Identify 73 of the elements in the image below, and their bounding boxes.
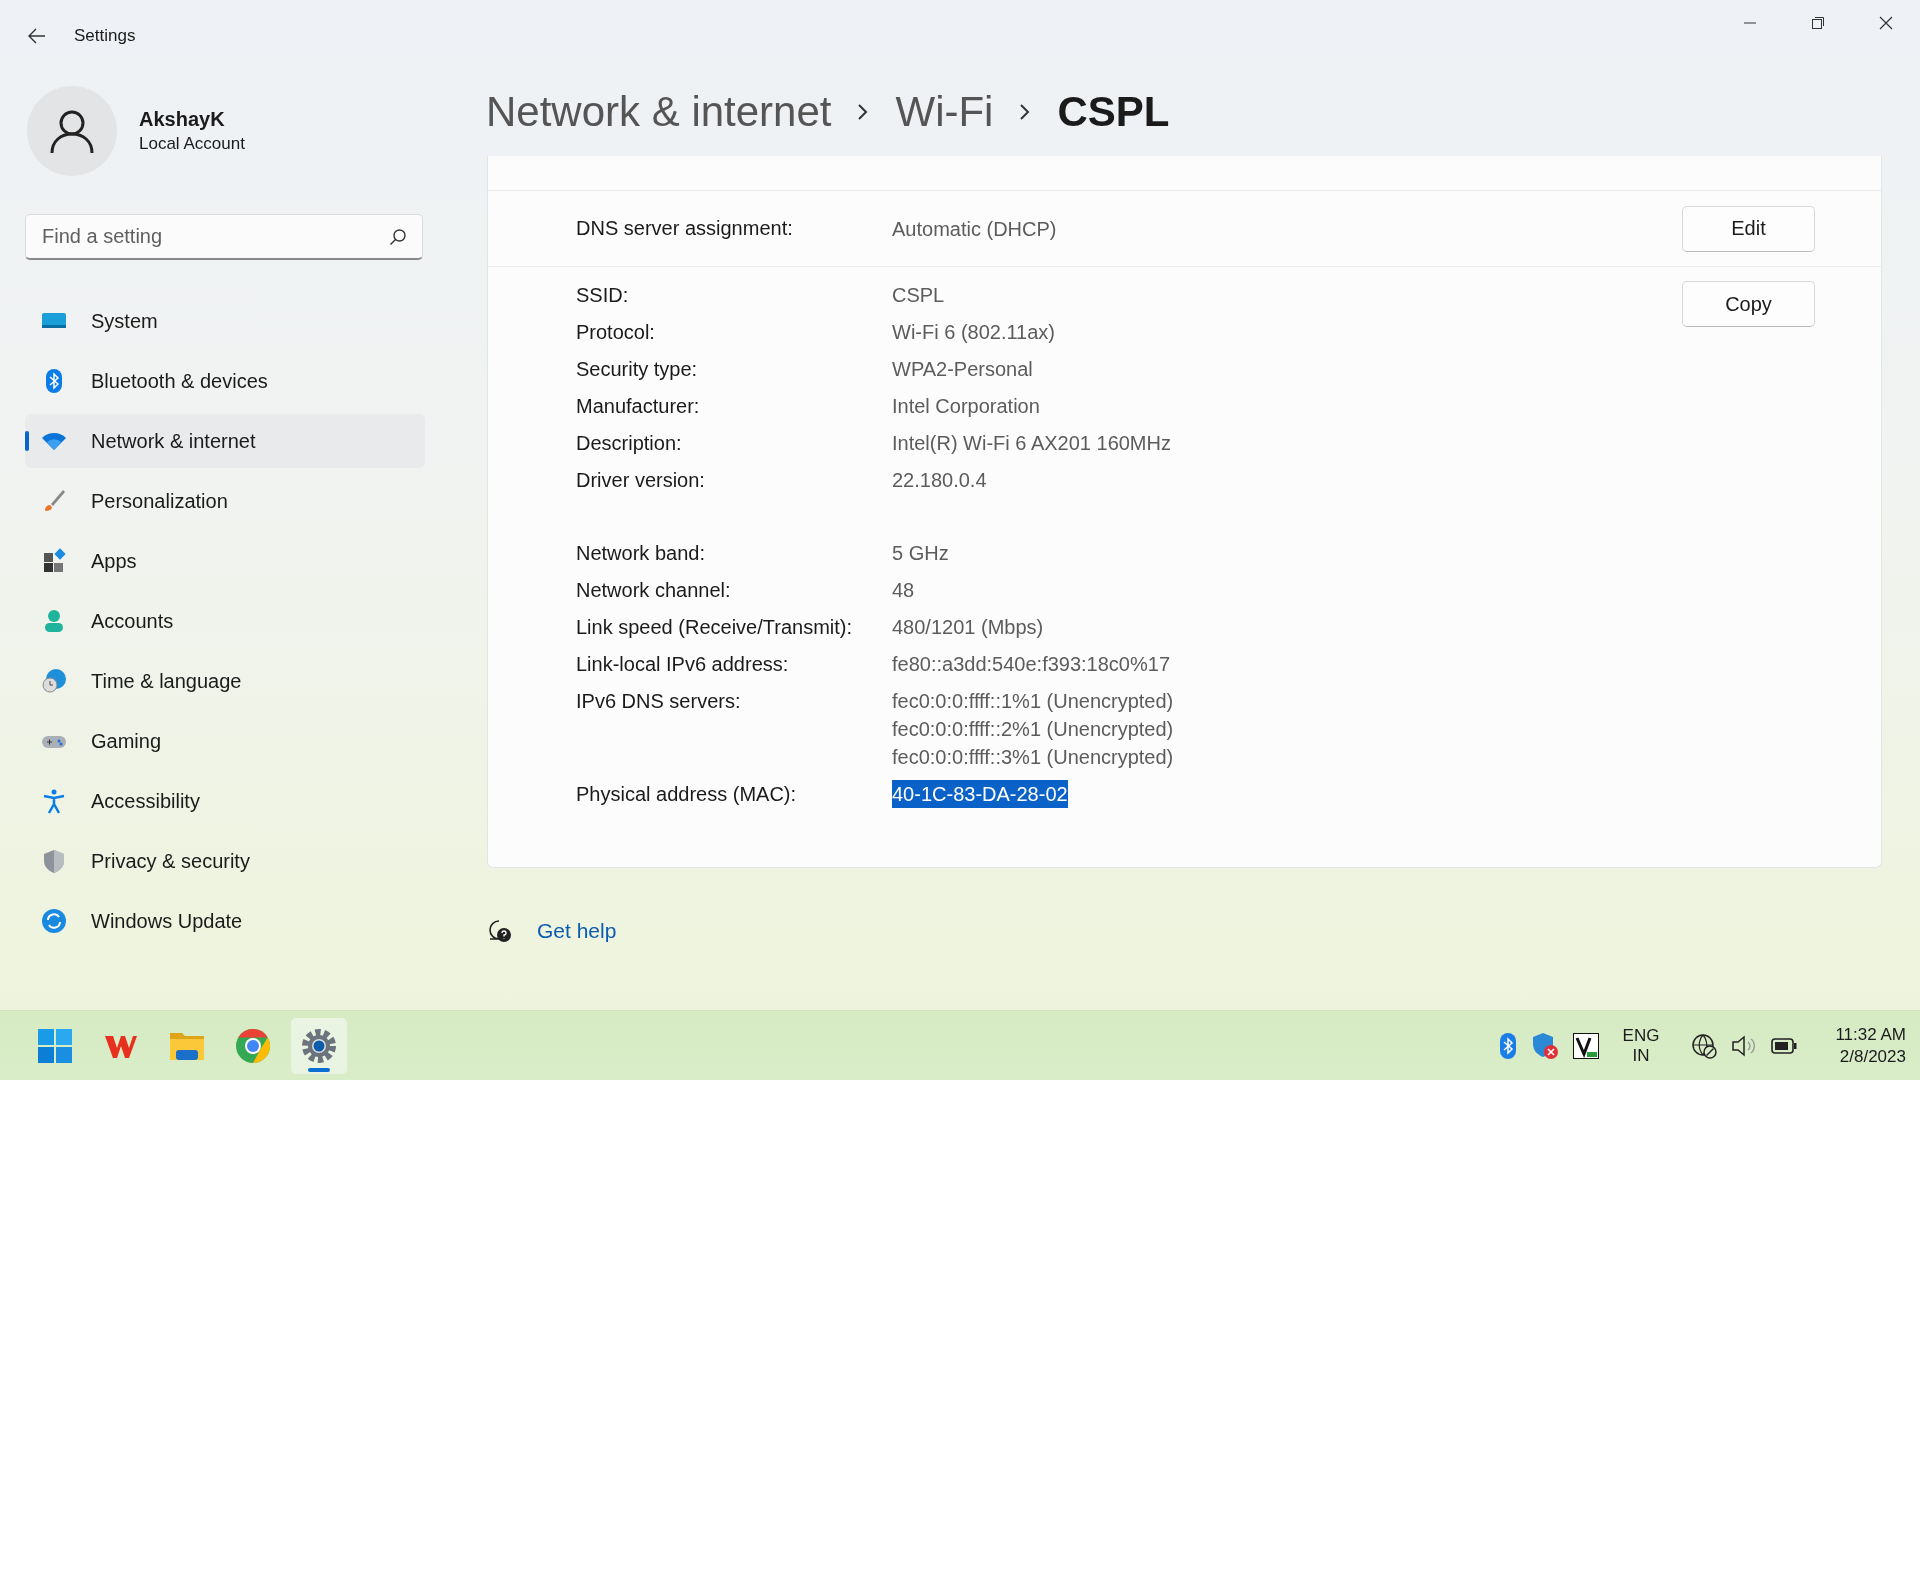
sidebar-item[interactable]: Time & language [25, 654, 425, 708]
property-label: Network band: [576, 541, 706, 566]
sidebar-item[interactable]: Bluetooth & devices [25, 354, 425, 408]
apps-icon [41, 548, 67, 574]
property-value: CSPL [892, 283, 945, 308]
property-label: IPv6 DNS servers: [576, 689, 742, 714]
sidebar-item[interactable]: Gaming [25, 714, 425, 768]
sidebar-item[interactable]: System [25, 294, 425, 348]
close-icon [1879, 16, 1893, 30]
shield-icon [41, 848, 67, 874]
property-value: Intel Corporation [892, 394, 1040, 419]
back-arrow-icon [28, 28, 46, 44]
breadcrumb-link[interactable]: Wi-Fi [895, 88, 994, 136]
property-label: Driver version: [576, 468, 706, 493]
help-chat-icon [487, 918, 513, 944]
sidebar-item[interactable]: Accounts [25, 594, 425, 648]
property-label: Manufacturer: [576, 394, 701, 419]
app-tray-icon[interactable] [1572, 1032, 1599, 1059]
volume-icon[interactable] [1731, 1033, 1758, 1058]
property-label: Network channel: [576, 578, 732, 603]
property-label: Protocol: [576, 320, 656, 345]
gear-icon [301, 1027, 337, 1064]
property-value: fe80::a3dd:540e:f393:18c0%17 [892, 652, 1171, 677]
bluetooth-icon[interactable] [1498, 1031, 1517, 1060]
chevron-icon [1019, 102, 1032, 122]
property-value: Wi-Fi 6 (802.11ax) [892, 320, 1055, 345]
property-value: Intel(R) Wi-Fi 6 AX201 160MHz [892, 431, 1171, 456]
property-value: 22.180.0.4 [892, 468, 987, 493]
property-label: Link speed (Receive/Transmit): [576, 615, 854, 640]
property-value: 48 [892, 578, 915, 603]
sidebar-item[interactable]: Windows Update [25, 894, 425, 948]
sidebar-item[interactable]: Apps [25, 534, 425, 588]
edit-button[interactable]: Edit [1682, 205, 1815, 252]
property-label: Link-local IPv6 address: [576, 652, 790, 677]
property-label: Description: [576, 431, 683, 456]
property-value: 480/1201 (Mbps) [892, 615, 1044, 640]
property-value: Automatic (DHCP) [892, 216, 1057, 242]
chevron-icon [857, 102, 870, 122]
page-title: CSPL [1057, 88, 1170, 136]
property-value: fec0:0:0:ffff::3%1 (Unencrypted) [892, 745, 1174, 770]
property-value: WPA2-Personal [892, 357, 1033, 382]
search-icon [389, 228, 407, 246]
property-label: Physical address (MAC): [576, 782, 798, 807]
browser-icon [235, 1027, 271, 1064]
restore-icon [1811, 16, 1825, 30]
sidebar-item[interactable]: Privacy & security [25, 834, 425, 888]
get-help-link[interactable]: Get help [537, 919, 617, 943]
property-label: SSID: [576, 283, 630, 308]
search-field[interactable]: Find a setting [25, 214, 423, 260]
shield-warning-icon[interactable] [1530, 1031, 1559, 1060]
refresh-icon [41, 908, 67, 934]
battery-icon[interactable] [1771, 1037, 1798, 1054]
property-label: DNS server assignment: [576, 217, 794, 240]
breadcrumb-link[interactable]: Network & internet [486, 88, 832, 136]
clock[interactable]: 11:32 AM 2/8/2023 [1835, 1024, 1906, 1067]
property-label: Security type: [576, 357, 699, 382]
sidebar-item[interactable]: Network & internet [25, 414, 425, 468]
globe-icon[interactable] [1691, 1032, 1718, 1059]
account-name: AkshayK [139, 108, 226, 131]
property-value: 5 GHz [892, 541, 949, 566]
account-type: Local Account [139, 134, 245, 154]
property-value: fec0:0:0:ffff::2%1 (Unencrypted) [892, 717, 1174, 742]
language-indicator[interactable]: ENG IN [1622, 1025, 1660, 1066]
globe-clock-icon [41, 668, 67, 694]
copy-button[interactable]: Copy [1682, 281, 1815, 327]
window-title: Settings [74, 26, 136, 46]
accessibility-icon [41, 788, 67, 814]
property-value: fec0:0:0:ffff::1%1 (Unencrypted) [892, 689, 1174, 714]
windows-logo-icon [37, 1027, 73, 1064]
taskbar-app[interactable] [291, 1017, 347, 1074]
property-value: 40-1C-83-DA-28-02 [892, 780, 1068, 808]
sidebar-item[interactable]: Personalization [25, 474, 425, 528]
sidebar-item[interactable]: Accessibility [25, 774, 425, 828]
